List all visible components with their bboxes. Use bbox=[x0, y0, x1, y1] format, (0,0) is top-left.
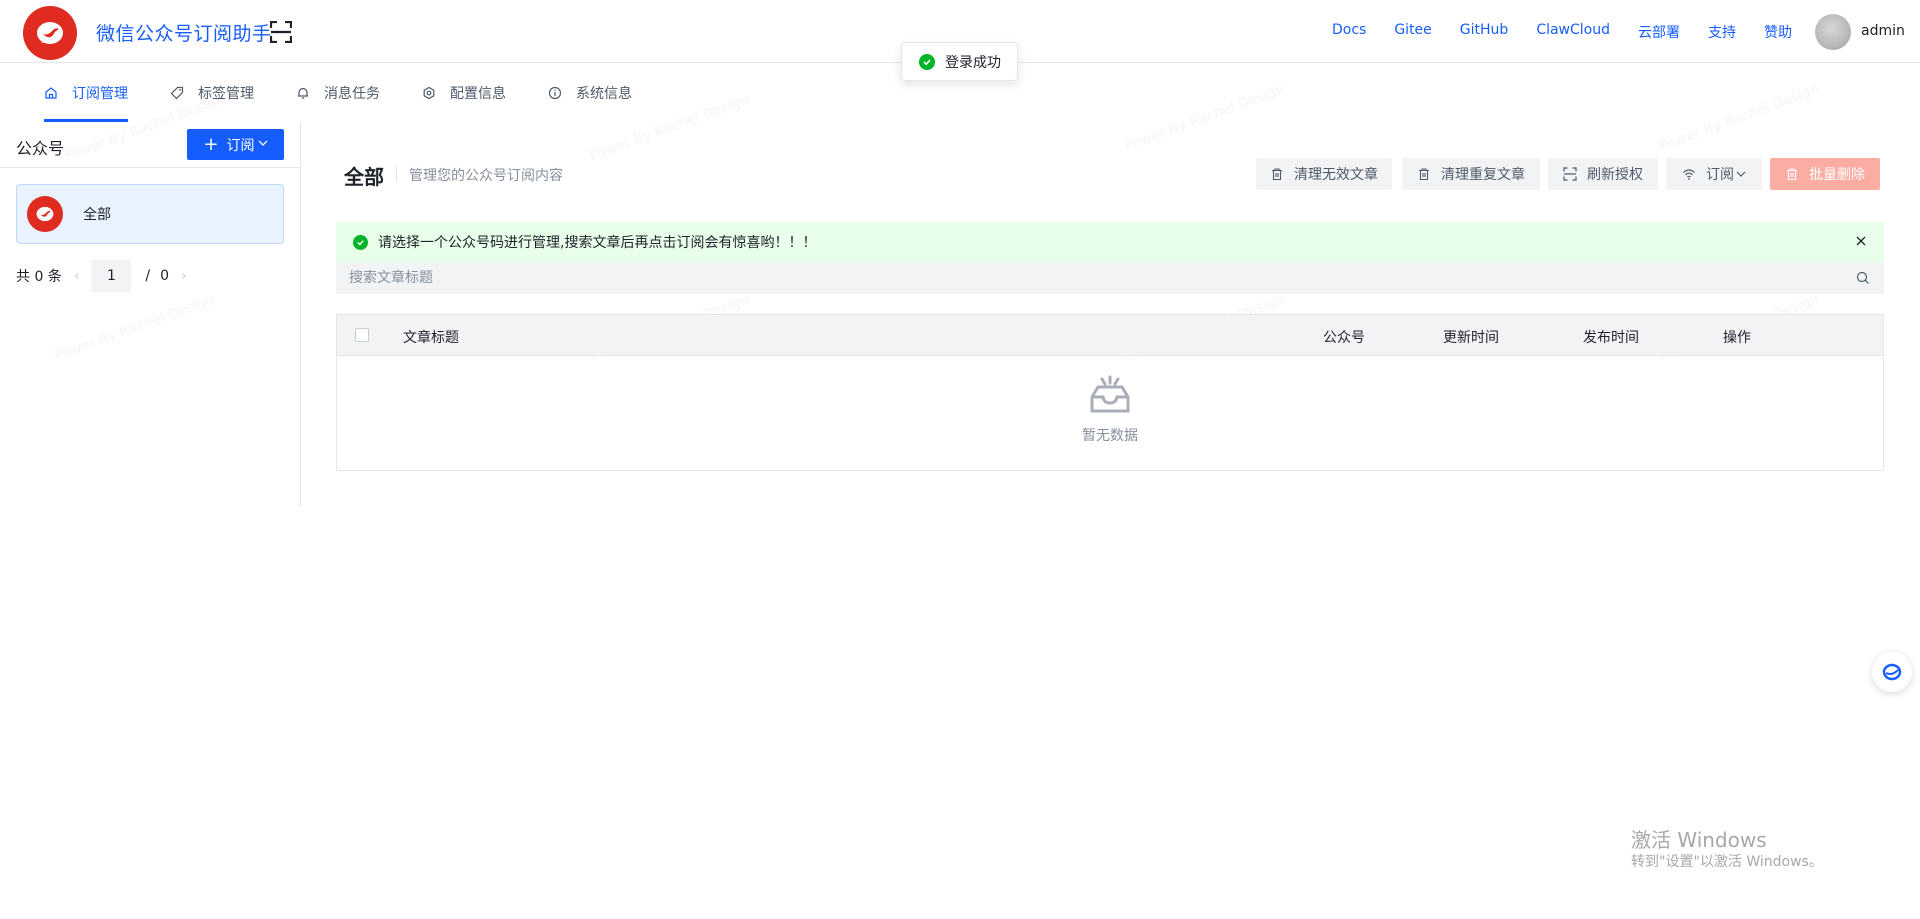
app-logo bbox=[23, 6, 77, 60]
search-icon[interactable] bbox=[1856, 271, 1870, 285]
sidebar-item-label: 全部 bbox=[83, 207, 111, 223]
wifi-icon bbox=[1682, 167, 1696, 181]
select-all-checkbox[interactable] bbox=[355, 328, 369, 342]
empty-state: 暂无数据 bbox=[337, 375, 1883, 445]
article-table: 文章标题 公众号 更新时间 发布时间 操作 暂无数据 bbox=[336, 314, 1884, 471]
batch-delete-label: 批量删除 bbox=[1809, 167, 1865, 183]
tab-label: 系统信息 bbox=[576, 86, 632, 102]
home-icon bbox=[44, 86, 58, 100]
page-separator: / bbox=[145, 268, 151, 284]
tab-subscription[interactable]: 订阅管理 bbox=[44, 64, 128, 122]
link-clawcloud[interactable]: ClawCloud bbox=[1536, 22, 1610, 42]
wechat-brand-icon bbox=[27, 196, 63, 232]
clean-invalid-button[interactable]: 清理无效文章 bbox=[1256, 158, 1392, 190]
sidebar-item-all[interactable]: 全部 bbox=[16, 184, 284, 244]
refresh-auth-label: 刷新授权 bbox=[1587, 167, 1643, 183]
account-sidebar: 公众号 + 订阅 全部 共 0 条 ‹ / 0 › bbox=[0, 122, 301, 507]
main-tabs: 订阅管理 标签管理 消息任务 配置信息 系统信息 bbox=[0, 64, 1920, 122]
subscribe-dropdown-button[interactable]: 订阅 bbox=[1666, 158, 1762, 190]
total-count: 共 0 条 bbox=[16, 269, 62, 285]
search-input[interactable] bbox=[336, 262, 1884, 294]
trash-icon bbox=[1270, 167, 1284, 181]
page-number-input[interactable] bbox=[91, 260, 132, 292]
tab-label: 订阅管理 bbox=[72, 86, 128, 102]
tab-system-info[interactable]: 系统信息 bbox=[548, 64, 632, 122]
close-icon[interactable] bbox=[1854, 234, 1868, 248]
refresh-auth-button[interactable]: 刷新授权 bbox=[1548, 158, 1658, 190]
scan-icon[interactable] bbox=[270, 21, 292, 43]
subscribe-button[interactable]: + 订阅 bbox=[187, 129, 284, 160]
chevron-left-icon[interactable]: ‹ bbox=[74, 268, 80, 284]
wechat-brand-icon bbox=[37, 22, 63, 44]
batch-delete-button[interactable]: 批量删除 bbox=[1770, 158, 1880, 190]
page-subtitle: 管理您的公众号订阅内容 bbox=[409, 168, 563, 184]
column-header-account: 公众号 bbox=[1323, 330, 1365, 346]
info-alert: 请选择一个公众号码进行管理,搜索文章后再点击订阅会有惊喜哟！！！ bbox=[336, 222, 1884, 262]
chat-bubble-icon bbox=[1882, 663, 1902, 681]
info-icon bbox=[548, 86, 562, 100]
sidebar-pagination: 共 0 条 ‹ / 0 › bbox=[16, 260, 199, 292]
empty-inbox-icon bbox=[1090, 375, 1130, 413]
total-pages: 0 bbox=[160, 268, 170, 284]
subscribe-label: 订阅 bbox=[226, 137, 255, 154]
trash-icon bbox=[1417, 167, 1431, 181]
chevron-right-icon[interactable]: › bbox=[181, 268, 187, 284]
article-search-box bbox=[336, 262, 1884, 294]
success-check-icon bbox=[353, 234, 368, 250]
floating-help-button[interactable] bbox=[1872, 652, 1912, 692]
subscribe-dropdown-label: 订阅 bbox=[1706, 167, 1734, 183]
clean-invalid-label: 清理无效文章 bbox=[1294, 167, 1378, 183]
bell-icon bbox=[296, 86, 310, 100]
link-sponsor[interactable]: 赞助 bbox=[1764, 22, 1792, 42]
tab-label: 消息任务 bbox=[324, 86, 380, 102]
app-title: 微信公众号订阅助手 bbox=[96, 23, 272, 45]
tab-tags[interactable]: 标签管理 bbox=[170, 64, 254, 122]
link-github[interactable]: GitHub bbox=[1460, 22, 1509, 42]
column-header-title: 文章标题 bbox=[403, 330, 459, 346]
table-header: 文章标题 公众号 更新时间 发布时间 操作 bbox=[337, 315, 1883, 356]
scan-icon bbox=[1563, 167, 1577, 181]
column-header-published: 发布时间 bbox=[1583, 330, 1639, 346]
column-header-actions: 操作 bbox=[1723, 330, 1751, 346]
tab-label: 标签管理 bbox=[198, 86, 254, 102]
tab-label: 配置信息 bbox=[450, 86, 506, 102]
chevron-down-icon bbox=[1736, 170, 1746, 178]
tab-message-tasks[interactable]: 消息任务 bbox=[296, 64, 380, 122]
title-divider bbox=[396, 166, 397, 182]
chevron-down-icon bbox=[258, 139, 268, 150]
link-cloud-deploy[interactable]: 云部署 bbox=[1638, 22, 1680, 42]
trash-icon bbox=[1785, 167, 1799, 181]
sidebar-header: 公众号 + 订阅 bbox=[0, 122, 300, 168]
page-title: 全部 bbox=[344, 165, 384, 189]
empty-text: 暂无数据 bbox=[1082, 428, 1138, 444]
clean-duplicate-label: 清理重复文章 bbox=[1441, 167, 1525, 183]
user-avatar[interactable] bbox=[1815, 14, 1851, 50]
sidebar-title: 公众号 bbox=[16, 139, 65, 158]
column-header-updated: 更新时间 bbox=[1443, 330, 1499, 346]
username[interactable]: admin bbox=[1861, 23, 1905, 39]
clean-duplicate-button[interactable]: 清理重复文章 bbox=[1402, 158, 1540, 190]
windows-activation-title: 激活 Windows bbox=[1631, 828, 1767, 852]
tab-config[interactable]: 配置信息 bbox=[422, 64, 506, 122]
link-support[interactable]: 支持 bbox=[1708, 22, 1736, 42]
gear-icon bbox=[422, 86, 436, 100]
link-gitee[interactable]: Gitee bbox=[1394, 22, 1431, 42]
top-nav-links: Docs Gitee GitHub ClawCloud 云部署 支持 赞助 bbox=[1304, 22, 1792, 42]
plus-icon: + bbox=[203, 133, 219, 155]
alert-message: 请选择一个公众号码进行管理,搜索文章后再点击订阅会有惊喜哟！！！ bbox=[378, 235, 817, 251]
link-docs[interactable]: Docs bbox=[1332, 22, 1366, 42]
windows-activation-hint: 转到"设置"以激活 Windows。 bbox=[1631, 854, 1823, 870]
tag-icon bbox=[170, 86, 184, 100]
